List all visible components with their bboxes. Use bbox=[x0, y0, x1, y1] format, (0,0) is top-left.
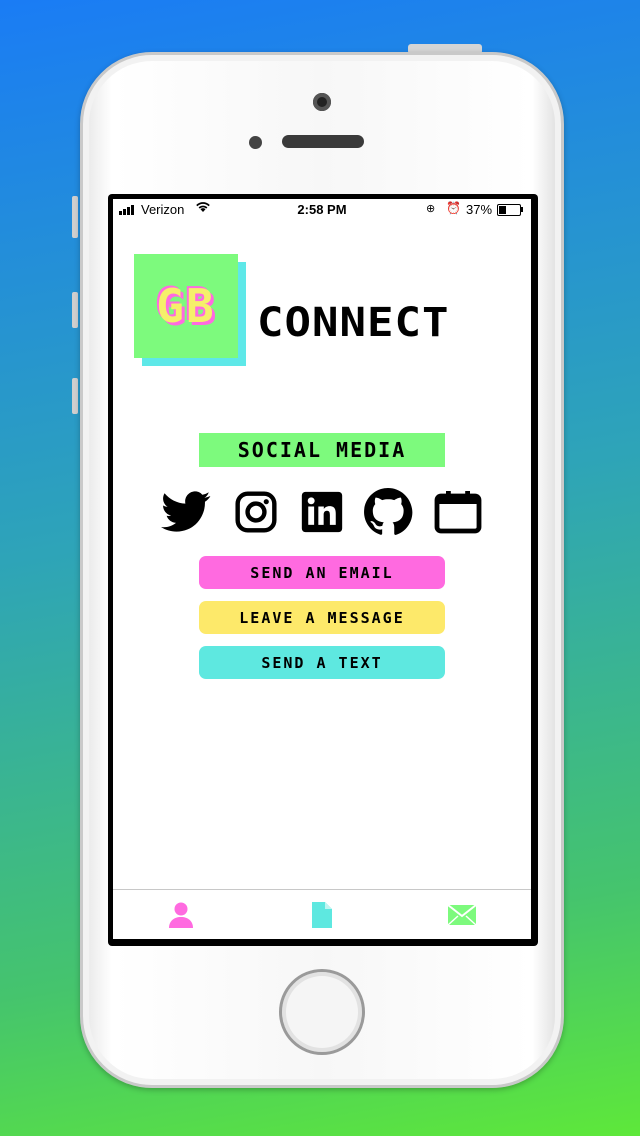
github-icon[interactable] bbox=[363, 487, 413, 537]
leave-message-button[interactable]: LEAVE A MESSAGE bbox=[199, 601, 445, 634]
home-button[interactable] bbox=[279, 969, 365, 1055]
logo-initials: GB bbox=[156, 279, 216, 333]
proximity-sensor bbox=[249, 136, 262, 149]
tab-bar bbox=[113, 889, 531, 939]
battery-cap bbox=[521, 207, 523, 212]
send-email-button[interactable]: SEND AN EMAIL bbox=[199, 556, 445, 589]
app-screen: Verizon 2:58 PM ⊕ ⏰ 37% GB CONNECT SOCIA… bbox=[113, 199, 531, 939]
instagram-icon[interactable] bbox=[231, 487, 281, 537]
twitter-icon[interactable] bbox=[161, 487, 211, 537]
app-title: CONNECT bbox=[257, 299, 450, 346]
document-icon bbox=[312, 902, 332, 928]
battery-percent: 37% bbox=[466, 202, 493, 217]
alarm-icon: ⏰ bbox=[446, 201, 461, 215]
profile-icon bbox=[169, 902, 193, 928]
social-media-label: SOCIAL MEDIA bbox=[199, 433, 445, 467]
tab-profile[interactable] bbox=[161, 900, 201, 930]
orientation-lock-icon: ⊕ bbox=[426, 203, 436, 215]
volume-up-button bbox=[72, 292, 78, 328]
front-camera bbox=[313, 93, 331, 111]
battery-icon bbox=[497, 204, 521, 216]
social-icons-row bbox=[161, 487, 491, 537]
linkedin-icon[interactable] bbox=[297, 487, 347, 537]
volume-down-button bbox=[72, 378, 78, 414]
mute-switch bbox=[72, 196, 78, 238]
status-bar: Verizon 2:58 PM ⊕ ⏰ 37% bbox=[113, 199, 531, 221]
mail-icon bbox=[447, 904, 477, 926]
tab-mail[interactable] bbox=[442, 900, 482, 930]
tab-document[interactable] bbox=[302, 900, 342, 930]
send-text-button[interactable]: SEND A TEXT bbox=[199, 646, 445, 679]
earpiece-speaker bbox=[282, 135, 364, 148]
calendar-icon[interactable] bbox=[433, 487, 483, 537]
